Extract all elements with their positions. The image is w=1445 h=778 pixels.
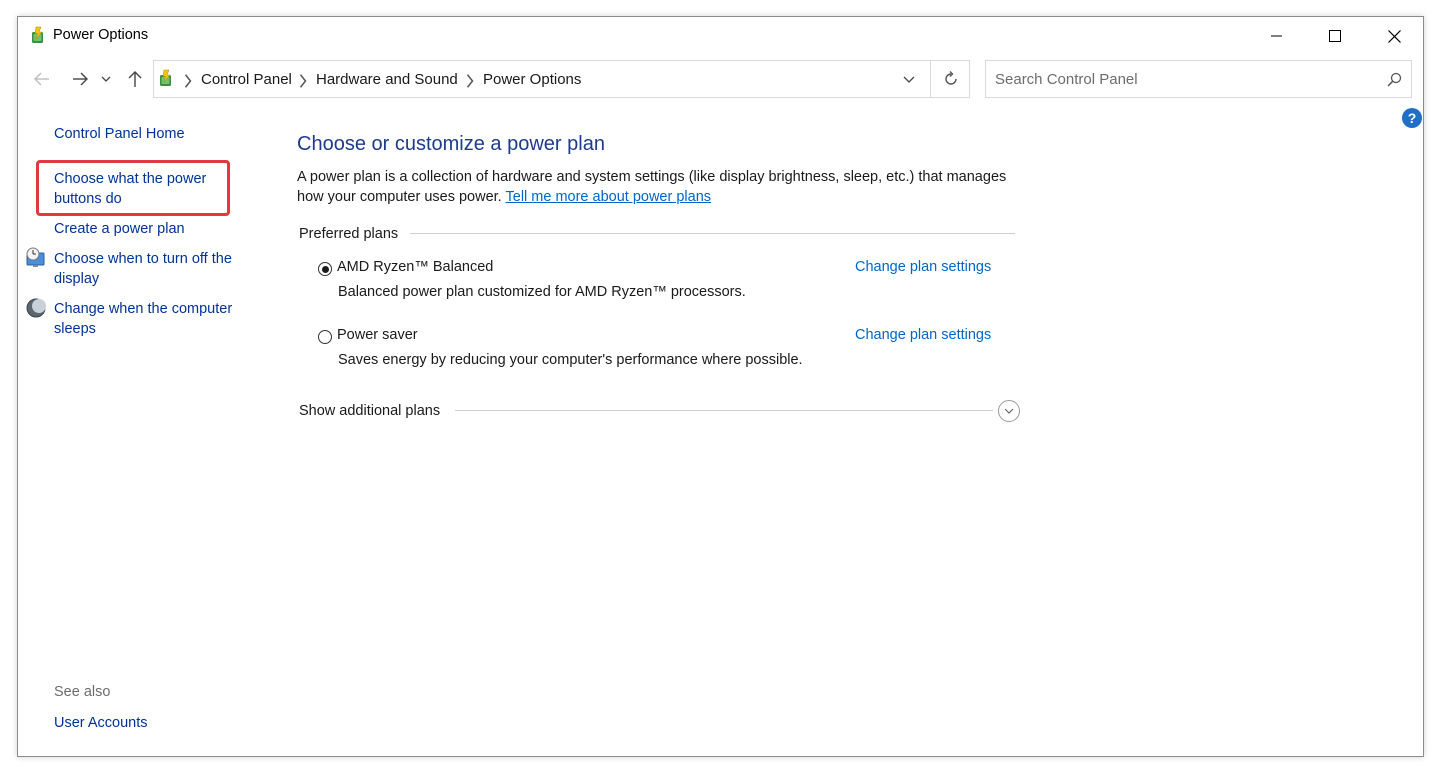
address-divider xyxy=(930,61,931,97)
back-button[interactable] xyxy=(29,65,55,93)
search-box[interactable]: Search Control Panel xyxy=(985,60,1412,98)
minimize-icon xyxy=(1271,35,1282,37)
section-divider xyxy=(410,233,1015,234)
page-description: A power plan is a collection of hardware… xyxy=(297,167,1017,207)
page-title: Choose or customize a power plan xyxy=(297,133,605,155)
user-accounts-link[interactable]: User Accounts xyxy=(54,713,148,733)
plan-description-balanced: Balanced power plan customized for AMD R… xyxy=(338,284,746,300)
moon-icon xyxy=(25,297,47,319)
search-icon[interactable] xyxy=(1387,72,1402,87)
arrow-left-icon xyxy=(34,72,49,86)
chevron-right-icon xyxy=(466,74,474,88)
address-bar[interactable]: Control Panel Hardware and Sound Power O… xyxy=(153,60,970,98)
control-panel-icon xyxy=(156,69,176,89)
chevron-down-icon xyxy=(903,76,915,83)
plan-name-power-saver[interactable]: Power saver xyxy=(337,327,418,343)
arrow-right-icon xyxy=(73,72,88,86)
chevron-down-icon xyxy=(1004,408,1014,414)
plan-radio-power-saver[interactable] xyxy=(318,330,332,344)
help-icon[interactable]: ? xyxy=(1402,108,1422,128)
breadcrumb-control-panel[interactable]: Control Panel xyxy=(201,71,292,88)
power-options-window: Power Options Control Panel Hardware and… xyxy=(17,16,1424,757)
preferred-plans-title: Preferred plans xyxy=(299,226,399,242)
power-options-icon xyxy=(28,26,48,46)
chevron-right-icon xyxy=(299,74,307,88)
close-icon xyxy=(1387,29,1401,43)
recent-locations-button[interactable] xyxy=(98,65,114,93)
window-title: Power Options xyxy=(53,27,149,43)
search-input[interactable]: Search Control Panel xyxy=(995,71,1138,88)
breadcrumb-power-options[interactable]: Power Options xyxy=(483,71,581,88)
control-panel-home-link[interactable]: Control Panel Home xyxy=(54,124,185,144)
sidebar-item-computer-sleeps[interactable]: Change when the computer sleeps xyxy=(54,299,254,339)
refresh-button[interactable] xyxy=(933,61,969,97)
learn-more-link[interactable]: Tell me more about power plans xyxy=(506,189,712,205)
plan-radio-balanced[interactable] xyxy=(318,262,332,276)
expand-button[interactable] xyxy=(998,400,1020,422)
show-additional-plans-title[interactable]: Show additional plans xyxy=(299,403,440,419)
forward-button[interactable] xyxy=(67,65,93,93)
maximize-icon xyxy=(1329,30,1341,42)
sidebar-item-power-buttons[interactable]: Choose what the power buttons do xyxy=(54,169,226,209)
close-button[interactable] xyxy=(1365,17,1423,55)
monitor-clock-icon xyxy=(25,247,47,269)
sidebar-item-turn-off-display[interactable]: Choose when to turn off the display xyxy=(54,249,254,289)
chevron-right-icon xyxy=(184,74,192,88)
see-also-heading: See also xyxy=(54,684,111,700)
change-plan-settings-power-saver[interactable]: Change plan settings xyxy=(855,327,991,343)
sidebar-item-create-plan[interactable]: Create a power plan xyxy=(54,219,185,239)
plan-description-power-saver: Saves energy by reducing your computer's… xyxy=(338,352,803,368)
breadcrumb-hardware-and-sound[interactable]: Hardware and Sound xyxy=(316,71,458,88)
refresh-icon xyxy=(945,71,957,85)
address-dropdown-button[interactable] xyxy=(898,70,920,90)
arrow-up-icon xyxy=(128,71,142,87)
change-plan-settings-balanced[interactable]: Change plan settings xyxy=(855,259,991,275)
minimize-button[interactable] xyxy=(1248,17,1306,55)
chevron-down-icon xyxy=(101,76,111,82)
maximize-button[interactable] xyxy=(1306,17,1364,55)
plan-name-balanced[interactable]: AMD Ryzen™ Balanced xyxy=(337,259,493,275)
up-button[interactable] xyxy=(123,65,147,93)
additional-divider xyxy=(455,410,993,411)
